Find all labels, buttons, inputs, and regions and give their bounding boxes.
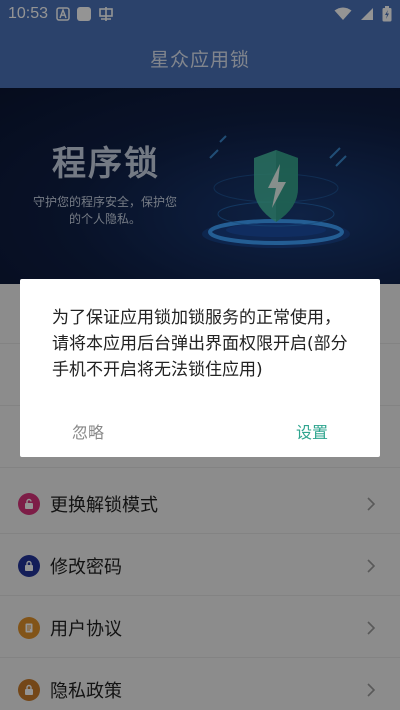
dialog-message: 为了保证应用锁加锁服务的正常使用，请将本应用后台弹出界面权限开启(部分手机不开启…	[52, 308, 348, 380]
settings-button[interactable]: 设置	[296, 419, 328, 443]
ignore-button[interactable]: 忽略	[72, 419, 104, 443]
permission-dialog: 为了保证应用锁加锁服务的正常使用，请将本应用后台弹出界面权限开启(部分手机不开启…	[20, 279, 380, 457]
